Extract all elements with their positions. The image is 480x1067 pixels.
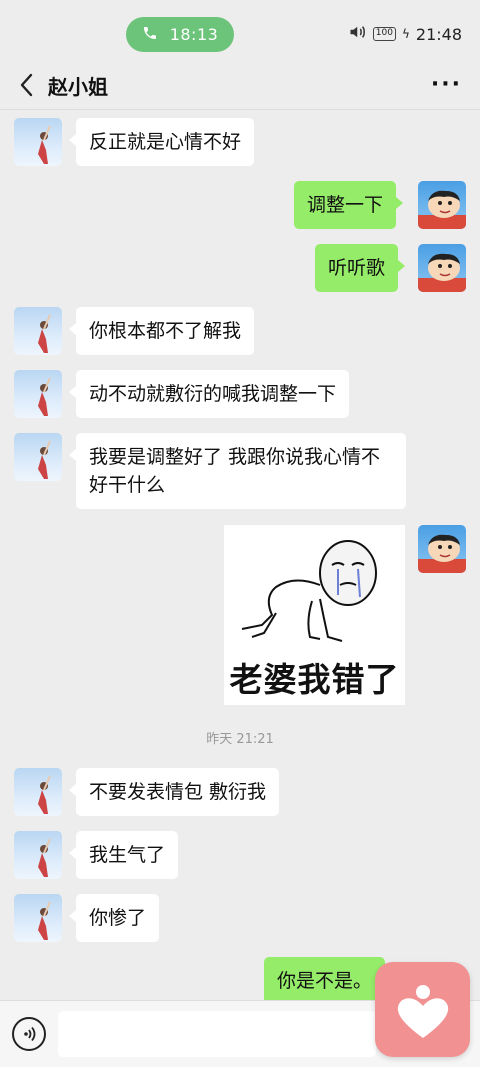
my-avatar[interactable]	[418, 181, 466, 229]
voice-icon	[24, 1026, 36, 1042]
message-bubble[interactable]: 动不动就敷衍的喊我调整一下	[68, 370, 350, 418]
message-bubble[interactable]: 你根本都不了解我	[68, 307, 255, 355]
ongoing-call-pill[interactable]: 18:13	[126, 17, 234, 52]
crying-meme-face-icon	[241, 540, 377, 642]
message-bubble[interactable]: 你惨了	[68, 894, 160, 942]
message-bubble[interactable]: 不要发表情包 敷衍我	[68, 768, 280, 816]
sticker-caption: 老婆我错了	[229, 660, 400, 699]
chat-header: 赵小姐 ···	[0, 60, 480, 110]
contact-avatar[interactable]	[14, 831, 62, 879]
more-dots-icon: ···	[430, 72, 462, 97]
floating-heart-app-button[interactable]	[375, 962, 470, 1057]
more-options-button[interactable]: ···	[431, 72, 462, 97]
contact-avatar[interactable]	[14, 307, 62, 355]
message-bubble[interactable]: 反正就是心情不好	[68, 118, 255, 166]
call-duration: 18:13	[169, 25, 219, 44]
contact-avatar[interactable]	[14, 894, 62, 942]
message-bubble[interactable]: 听听歌	[315, 244, 406, 292]
contact-avatar[interactable]	[14, 768, 62, 816]
back-button[interactable]	[14, 70, 38, 100]
phone-icon	[142, 25, 158, 45]
status-indicators: 100 ϟ 21:48	[349, 24, 462, 44]
system-clock: 21:48	[415, 24, 462, 44]
speaker-icon	[349, 24, 367, 44]
contact-avatar[interactable]	[14, 433, 62, 481]
battery-icon: 100	[372, 27, 396, 41]
sticker-message[interactable]: 老婆我错了	[224, 525, 405, 705]
contact-avatar[interactable]	[14, 118, 62, 166]
charging-icon: ϟ	[401, 27, 410, 41]
message-bubble[interactable]: 调整一下	[294, 181, 404, 229]
contact-avatar[interactable]	[14, 370, 62, 418]
message-bubble[interactable]: 我要是调整好了 我跟你说我心情不好干什么	[69, 433, 406, 509]
voice-input-button[interactable]	[12, 1017, 46, 1051]
page-title: 赵小姐	[48, 75, 108, 99]
message-bubble[interactable]: 你是不是。	[264, 957, 393, 1005]
my-avatar[interactable]	[418, 244, 466, 292]
chat-timestamp: 昨天 21:21	[206, 732, 274, 747]
my-avatar[interactable]	[418, 525, 466, 573]
chevron-left-icon	[20, 73, 33, 97]
message-input[interactable]	[58, 1011, 376, 1057]
heart-person-icon	[397, 984, 448, 1038]
status-bar: 18:13 100 ϟ 21:48	[0, 0, 480, 68]
message-bubble[interactable]: 我生气了	[68, 831, 179, 879]
